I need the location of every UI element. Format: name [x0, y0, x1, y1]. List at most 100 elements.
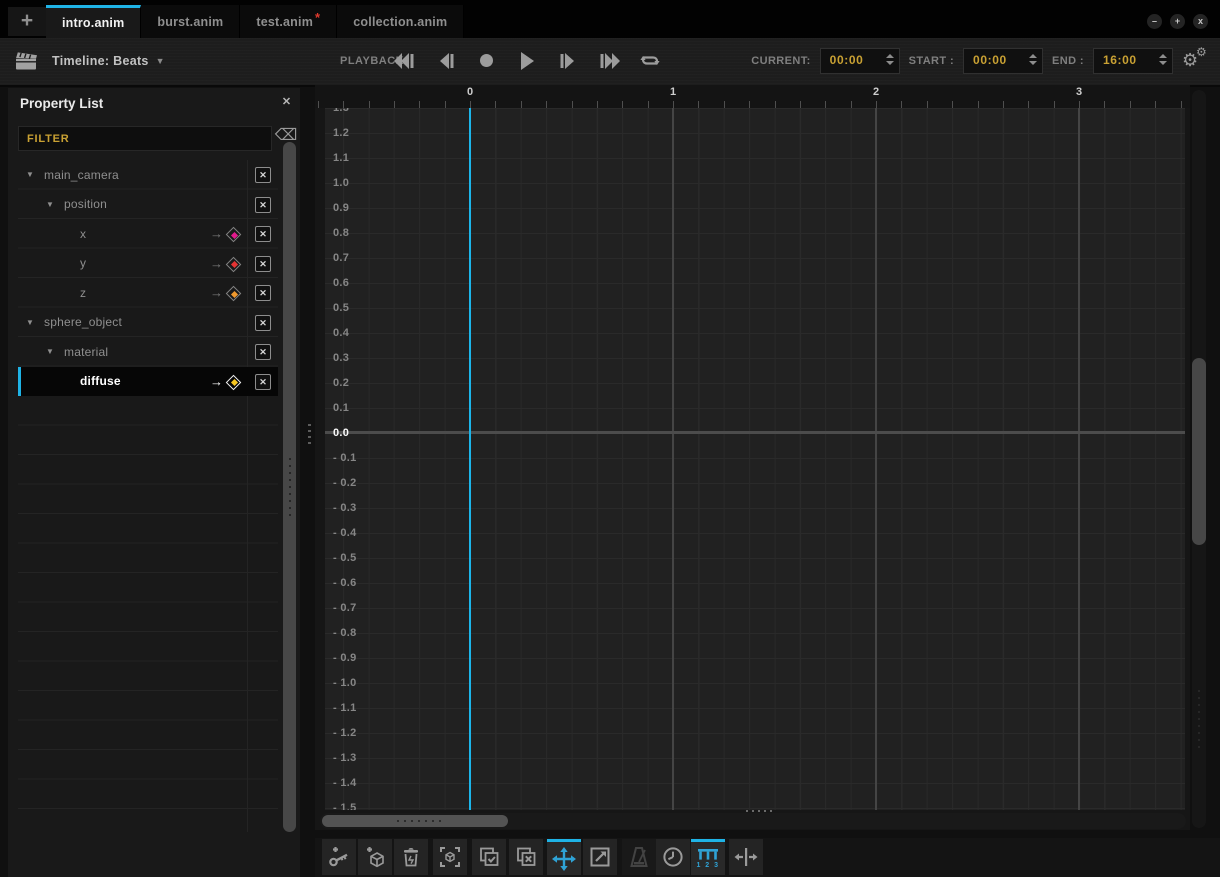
editor-toolbar: 1 2 3 [315, 838, 1220, 877]
keyframe-diamond-icon[interactable] [225, 256, 241, 272]
property-row-position[interactable]: ▼position✕ [18, 190, 278, 220]
remove-property-button[interactable]: ✕ [255, 285, 271, 301]
panel-splitter-handle[interactable] [308, 424, 311, 448]
goto-key-arrow-icon[interactable]: → [210, 367, 223, 397]
current-time-field[interactable]: 00:00 [820, 48, 900, 74]
curve-editor: 0123 1.31.21.11.00.90.80.70.60.50.40.30.… [315, 85, 1190, 830]
start-time-label: START : [909, 55, 954, 67]
remove-property-button[interactable]: ✕ [255, 315, 271, 331]
goto-key-arrow-icon[interactable]: → [210, 249, 223, 279]
keyframe-diamond-icon[interactable] [225, 285, 241, 301]
play-button[interactable] [513, 47, 541, 75]
chevron-down-icon: ▼ [156, 56, 165, 66]
property-row-x[interactable]: x→✕ [18, 219, 278, 249]
skip-to-start-button[interactable] [390, 47, 418, 75]
scale-tool-button[interactable] [583, 839, 617, 875]
remove-property-button[interactable]: ✕ [255, 374, 271, 390]
close-button[interactable]: x [1193, 14, 1208, 29]
panel-scrollbar-thumb[interactable] [283, 142, 296, 832]
editor-vertical-scrollbar[interactable] [1192, 90, 1206, 828]
ruler-tick [1130, 101, 1131, 108]
property-row-z[interactable]: z→✕ [18, 278, 278, 308]
end-time-stepper[interactable] [1159, 54, 1167, 65]
add-key-button[interactable] [322, 839, 356, 875]
filter-input[interactable] [19, 127, 271, 150]
end-time-field[interactable]: 16:00 [1093, 48, 1173, 74]
curve-grid[interactable]: 1.31.21.11.00.90.80.70.60.50.40.30.20.10… [325, 108, 1185, 810]
property-row-main_camera[interactable]: ▼main_camera✕ [18, 160, 278, 190]
ruler-tick [470, 101, 471, 108]
move-tool-button[interactable] [547, 839, 581, 875]
tab-collection-anim[interactable]: collection.anim [337, 5, 464, 38]
property-row-y[interactable]: y → ✕ [18, 249, 278, 279]
playhead[interactable] [469, 108, 471, 810]
new-tab-button[interactable]: + [8, 7, 46, 36]
value-axis-label: - 1.0 [333, 677, 357, 689]
deselect-all-button[interactable] [509, 839, 543, 875]
select-all-button[interactable] [472, 839, 506, 875]
end-time-value: 16:00 [1103, 49, 1137, 72]
tab-burst-anim[interactable]: burst.anim [141, 5, 240, 38]
remove-property-button[interactable]: ✕ [255, 344, 271, 360]
ruler-tick [1054, 101, 1055, 108]
split-view-button[interactable] [729, 839, 763, 875]
editor-vscrollbar-thumb[interactable] [1192, 358, 1206, 545]
property-label: y [80, 249, 86, 279]
ruler-tick [724, 101, 725, 108]
zoom-button[interactable]: + [1170, 14, 1185, 29]
move-arrows-icon [552, 847, 576, 871]
keyframe-diamond-icon[interactable] [225, 226, 241, 242]
timeline-mode-dropdown[interactable]: Timeline: Beats ▼ [52, 38, 165, 83]
property-row-sphere_object[interactable]: ▼sphere_object✕ [18, 308, 278, 338]
keyframe-diamond-icon[interactable] [225, 374, 241, 390]
trash-icon [400, 846, 422, 868]
current-time-value: 00:00 [830, 49, 864, 72]
panel-close-button[interactable]: ✕ [279, 95, 294, 110]
ruler-tick [1079, 101, 1080, 108]
beat-ruler[interactable]: 0123 [315, 85, 1190, 108]
loop-button[interactable] [636, 47, 664, 75]
goto-key-arrow-icon[interactable]: → [210, 278, 223, 308]
ruler-tick [901, 101, 902, 108]
start-time-stepper[interactable] [1029, 54, 1037, 65]
skip-to-end-button[interactable] [595, 47, 623, 75]
step-back-button[interactable] [431, 47, 459, 75]
beat-label: 2 [873, 86, 879, 98]
editor-horizontal-scrollbar[interactable] [320, 813, 1186, 829]
remove-property-button[interactable]: ✕ [255, 167, 271, 183]
value-axis-label: 1.0 [333, 177, 349, 189]
record-icon [479, 53, 494, 68]
expander-triangle-icon[interactable]: ▼ [46, 337, 54, 367]
start-time-field[interactable]: 00:00 [963, 48, 1043, 74]
goto-key-arrow-icon[interactable]: → [210, 219, 223, 249]
value-axis-label: 0.6 [333, 277, 349, 289]
remove-property-button[interactable]: ✕ [255, 226, 271, 242]
current-time-stepper[interactable] [886, 54, 894, 65]
expander-triangle-icon[interactable]: ▼ [46, 190, 54, 220]
editor-resize-handle[interactable] [746, 810, 772, 812]
expander-triangle-icon[interactable]: ▼ [26, 160, 34, 190]
delete-button[interactable] [394, 839, 428, 875]
property-row-material[interactable]: ▼material✕ [18, 337, 278, 367]
panel-scrollbar[interactable] [283, 142, 296, 832]
beat-gridline [1078, 108, 1080, 810]
remove-property-button[interactable]: ✕ [255, 256, 271, 272]
frame-selection-button[interactable] [433, 839, 467, 875]
minimize-button[interactable]: – [1147, 14, 1162, 29]
beat-label: 1 [670, 86, 676, 98]
tab-test-anim[interactable]: test.anim* [240, 5, 337, 38]
step-forward-button[interactable] [554, 47, 582, 75]
editor-hscrollbar-thumb[interactable] [322, 815, 508, 827]
timeline-mode-label: Timeline: Beats [52, 54, 149, 68]
value-axis-label: - 1.3 [333, 752, 357, 764]
add-object-button[interactable] [358, 839, 392, 875]
record-button[interactable] [472, 47, 500, 75]
settings-gears-button[interactable]: ⚙⚙ [1182, 46, 1212, 76]
expander-triangle-icon[interactable]: ▼ [26, 308, 34, 338]
property-row-diffuse[interactable]: diffuse→✕ [18, 367, 278, 397]
remove-property-button[interactable]: ✕ [255, 197, 271, 213]
ruler-tick [318, 101, 319, 108]
beats-display-button[interactable]: 1 2 3 [691, 839, 725, 875]
clock-button[interactable] [656, 839, 690, 875]
tab-intro-anim[interactable]: intro.anim [46, 5, 141, 38]
